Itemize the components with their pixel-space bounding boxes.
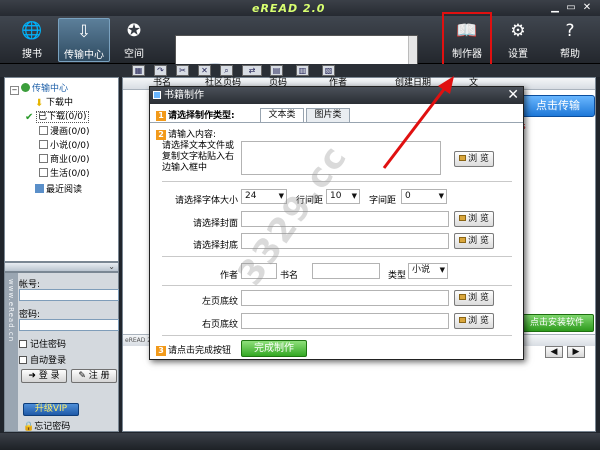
app-window: eREAD 2.0 ▁ ▭ ✕ 🌐 搜书 ⇩ 传输中心 ✪ 空间 📖 制作器 ⚙… [0, 0, 600, 450]
arrow-shaft [382, 83, 450, 169]
annotation-arrow [382, 76, 454, 169]
arrow-head [438, 76, 454, 94]
